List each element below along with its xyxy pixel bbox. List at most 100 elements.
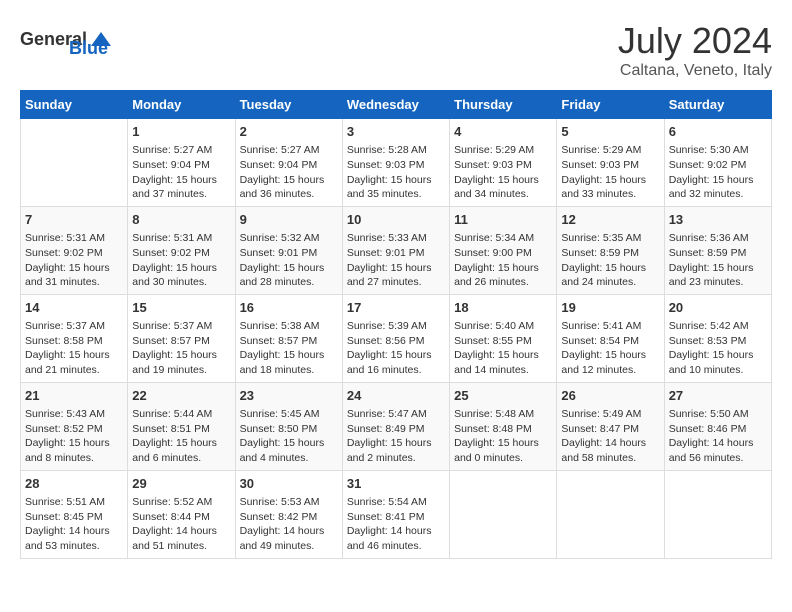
- calendar-table: SundayMondayTuesdayWednesdayThursdayFrid…: [20, 90, 772, 559]
- cell-content: Sunrise: 5:54 AM Sunset: 8:41 PM Dayligh…: [347, 495, 445, 554]
- day-number: 10: [347, 211, 445, 229]
- cell-content: Sunrise: 5:41 AM Sunset: 8:54 PM Dayligh…: [561, 319, 659, 378]
- cell-content: Sunrise: 5:44 AM Sunset: 8:51 PM Dayligh…: [132, 407, 230, 466]
- calendar-cell: 13 Sunrise: 5:36 AM Sunset: 8:59 PM Dayli…: [664, 206, 771, 294]
- calendar-cell: 4 Sunrise: 5:29 AM Sunset: 9:03 PM Daylig…: [450, 119, 557, 207]
- calendar-cell: 29 Sunrise: 5:52 AM Sunset: 8:44 PM Dayli…: [128, 470, 235, 558]
- calendar-cell: 25 Sunrise: 5:48 AM Sunset: 8:48 PM Dayli…: [450, 382, 557, 470]
- calendar-day-header: Thursday: [450, 91, 557, 119]
- cell-content: Sunrise: 5:38 AM Sunset: 8:57 PM Dayligh…: [240, 319, 338, 378]
- day-number: 17: [347, 299, 445, 317]
- day-number: 21: [25, 387, 123, 405]
- day-number: 4: [454, 123, 552, 141]
- calendar-cell: 30 Sunrise: 5:53 AM Sunset: 8:42 PM Dayli…: [235, 470, 342, 558]
- day-number: 8: [132, 211, 230, 229]
- calendar-cell: 9 Sunrise: 5:32 AM Sunset: 9:01 PM Daylig…: [235, 206, 342, 294]
- cell-content: Sunrise: 5:53 AM Sunset: 8:42 PM Dayligh…: [240, 495, 338, 554]
- day-number: 3: [347, 123, 445, 141]
- day-number: 7: [25, 211, 123, 229]
- cell-content: Sunrise: 5:52 AM Sunset: 8:44 PM Dayligh…: [132, 495, 230, 554]
- cell-content: Sunrise: 5:29 AM Sunset: 9:03 PM Dayligh…: [454, 143, 552, 202]
- day-number: 29: [132, 475, 230, 493]
- cell-content: Sunrise: 5:36 AM Sunset: 8:59 PM Dayligh…: [669, 231, 767, 290]
- day-number: 2: [240, 123, 338, 141]
- day-number: 12: [561, 211, 659, 229]
- calendar-cell: 20 Sunrise: 5:42 AM Sunset: 8:53 PM Dayli…: [664, 294, 771, 382]
- day-number: 26: [561, 387, 659, 405]
- cell-content: Sunrise: 5:27 AM Sunset: 9:04 PM Dayligh…: [132, 143, 230, 202]
- calendar-week-row: 28Sunrise: 5:51 AM Sunset: 8:45 PM Dayli…: [21, 470, 772, 558]
- page-subtitle: Caltana, Veneto, Italy: [618, 62, 772, 80]
- calendar-week-row: 1 Sunrise: 5:27 AM Sunset: 9:04 PM Daylig…: [21, 119, 772, 207]
- calendar-cell: 17 Sunrise: 5:39 AM Sunset: 8:56 PM Dayli…: [342, 294, 449, 382]
- calendar-cell: 12Sunrise: 5:35 AM Sunset: 8:59 PM Dayli…: [557, 206, 664, 294]
- logo-blue-text: Blue: [69, 38, 108, 59]
- day-number: 1: [132, 123, 230, 141]
- cell-content: Sunrise: 5:34 AM Sunset: 9:00 PM Dayligh…: [454, 231, 552, 290]
- calendar-cell: 11 Sunrise: 5:34 AM Sunset: 9:00 PM Dayli…: [450, 206, 557, 294]
- calendar-day-header: Friday: [557, 91, 664, 119]
- day-number: 5: [561, 123, 659, 141]
- cell-content: Sunrise: 5:40 AM Sunset: 8:55 PM Dayligh…: [454, 319, 552, 378]
- title-area: July 2024 Caltana, Veneto, Italy: [618, 20, 772, 80]
- calendar-week-row: 7 Sunrise: 5:31 AM Sunset: 9:02 PM Daylig…: [21, 206, 772, 294]
- calendar-day-header: Saturday: [664, 91, 771, 119]
- day-number: 22: [132, 387, 230, 405]
- day-number: 15: [132, 299, 230, 317]
- calendar-week-row: 14Sunrise: 5:37 AM Sunset: 8:58 PM Dayli…: [21, 294, 772, 382]
- calendar-cell: 26 Sunrise: 5:49 AM Sunset: 8:47 PM Dayli…: [557, 382, 664, 470]
- page-title: July 2024: [618, 20, 772, 62]
- day-number: 19: [561, 299, 659, 317]
- calendar-day-header: Wednesday: [342, 91, 449, 119]
- cell-content: Sunrise: 5:48 AM Sunset: 8:48 PM Dayligh…: [454, 407, 552, 466]
- calendar-cell: 19 Sunrise: 5:41 AM Sunset: 8:54 PM Dayli…: [557, 294, 664, 382]
- cell-content: Sunrise: 5:28 AM Sunset: 9:03 PM Dayligh…: [347, 143, 445, 202]
- day-number: 16: [240, 299, 338, 317]
- calendar-cell: [664, 470, 771, 558]
- day-number: 31: [347, 475, 445, 493]
- calendar-cell: [21, 119, 128, 207]
- cell-content: Sunrise: 5:32 AM Sunset: 9:01 PM Dayligh…: [240, 231, 338, 290]
- cell-content: Sunrise: 5:45 AM Sunset: 8:50 PM Dayligh…: [240, 407, 338, 466]
- cell-content: Sunrise: 5:39 AM Sunset: 8:56 PM Dayligh…: [347, 319, 445, 378]
- cell-content: Sunrise: 5:27 AM Sunset: 9:04 PM Dayligh…: [240, 143, 338, 202]
- cell-content: Sunrise: 5:50 AM Sunset: 8:46 PM Dayligh…: [669, 407, 767, 466]
- day-number: 28: [25, 475, 123, 493]
- day-number: 13: [669, 211, 767, 229]
- day-number: 24: [347, 387, 445, 405]
- calendar-cell: 28Sunrise: 5:51 AM Sunset: 8:45 PM Dayli…: [21, 470, 128, 558]
- day-number: 18: [454, 299, 552, 317]
- day-number: 25: [454, 387, 552, 405]
- calendar-cell: 16 Sunrise: 5:38 AM Sunset: 8:57 PM Dayli…: [235, 294, 342, 382]
- calendar-cell: 14Sunrise: 5:37 AM Sunset: 8:58 PM Dayli…: [21, 294, 128, 382]
- day-number: 23: [240, 387, 338, 405]
- logo: General Blue: [20, 20, 108, 59]
- calendar-cell: 27Sunrise: 5:50 AM Sunset: 8:46 PM Dayli…: [664, 382, 771, 470]
- cell-content: Sunrise: 5:37 AM Sunset: 8:58 PM Dayligh…: [25, 319, 123, 378]
- cell-content: Sunrise: 5:37 AM Sunset: 8:57 PM Dayligh…: [132, 319, 230, 378]
- calendar-cell: 1 Sunrise: 5:27 AM Sunset: 9:04 PM Daylig…: [128, 119, 235, 207]
- calendar-day-header: Monday: [128, 91, 235, 119]
- cell-content: Sunrise: 5:42 AM Sunset: 8:53 PM Dayligh…: [669, 319, 767, 378]
- calendar-cell: 23 Sunrise: 5:45 AM Sunset: 8:50 PM Dayli…: [235, 382, 342, 470]
- cell-content: Sunrise: 5:31 AM Sunset: 9:02 PM Dayligh…: [25, 231, 123, 290]
- day-number: 9: [240, 211, 338, 229]
- cell-content: Sunrise: 5:31 AM Sunset: 9:02 PM Dayligh…: [132, 231, 230, 290]
- calendar-cell: 7 Sunrise: 5:31 AM Sunset: 9:02 PM Daylig…: [21, 206, 128, 294]
- calendar-cell: 3 Sunrise: 5:28 AM Sunset: 9:03 PM Daylig…: [342, 119, 449, 207]
- day-number: 20: [669, 299, 767, 317]
- calendar-header-row: SundayMondayTuesdayWednesdayThursdayFrid…: [21, 91, 772, 119]
- calendar-cell: [450, 470, 557, 558]
- cell-content: Sunrise: 5:43 AM Sunset: 8:52 PM Dayligh…: [25, 407, 123, 466]
- calendar-cell: 2 Sunrise: 5:27 AM Sunset: 9:04 PM Daylig…: [235, 119, 342, 207]
- calendar-cell: 24Sunrise: 5:47 AM Sunset: 8:49 PM Dayli…: [342, 382, 449, 470]
- cell-content: Sunrise: 5:49 AM Sunset: 8:47 PM Dayligh…: [561, 407, 659, 466]
- day-number: 6: [669, 123, 767, 141]
- page-header: General Blue July 2024 Caltana, Veneto, …: [20, 20, 772, 80]
- calendar-cell: 15 Sunrise: 5:37 AM Sunset: 8:57 PM Dayli…: [128, 294, 235, 382]
- calendar-cell: 22 Sunrise: 5:44 AM Sunset: 8:51 PM Dayli…: [128, 382, 235, 470]
- day-number: 30: [240, 475, 338, 493]
- day-number: 11: [454, 211, 552, 229]
- calendar-cell: 5Sunrise: 5:29 AM Sunset: 9:03 PM Daylig…: [557, 119, 664, 207]
- cell-content: Sunrise: 5:33 AM Sunset: 9:01 PM Dayligh…: [347, 231, 445, 290]
